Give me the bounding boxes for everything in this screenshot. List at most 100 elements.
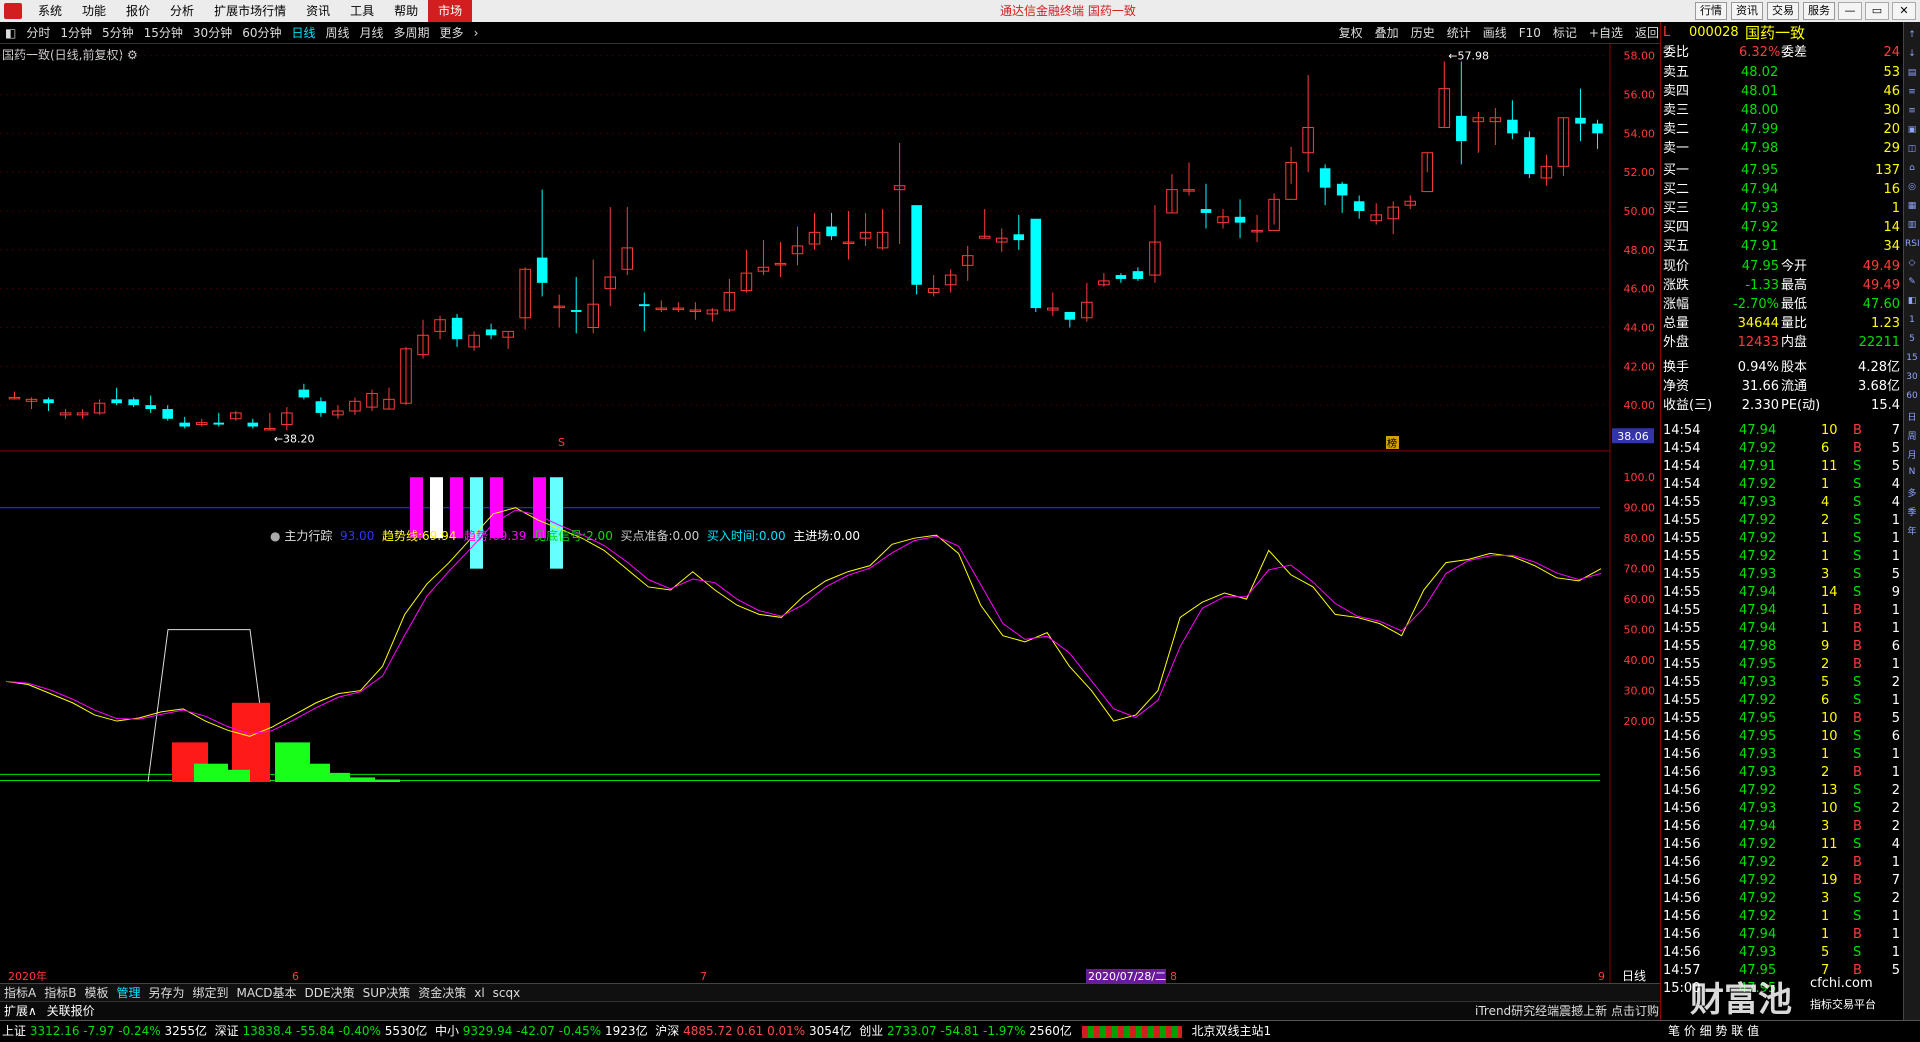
sidebar-tool-icon[interactable]: ≡: [1905, 106, 1919, 116]
period-tab[interactable]: 5分钟: [97, 23, 139, 43]
tool-stats[interactable]: 统计: [1441, 23, 1477, 43]
menu-item-tools[interactable]: 工具: [340, 0, 384, 22]
tick-time: 14:55: [1663, 585, 1701, 600]
sidebar-tool-icon[interactable]: ≡: [1905, 87, 1919, 97]
sidebar-tool-icon[interactable]: 60: [1905, 391, 1919, 401]
menu-item-ext-market[interactable]: 扩展市场行情: [204, 0, 296, 22]
collapse-icon[interactable]: ●: [270, 529, 280, 543]
sidebar-tool-icon[interactable]: 季: [1905, 505, 1919, 518]
idx-sz-label[interactable]: 深证: [215, 1024, 239, 1038]
chevron-right-icon[interactable]: ›: [469, 23, 484, 43]
sidebar-tool-icon[interactable]: ▣: [1905, 125, 1919, 135]
server-name[interactable]: 北京双线主站1: [1192, 1024, 1272, 1038]
top-btn-quote[interactable]: 行情: [1695, 2, 1727, 20]
indicator-tab[interactable]: SUP决策: [359, 984, 415, 1001]
sidebar-tool-icon[interactable]: 5: [1905, 334, 1919, 344]
news-ticker[interactable]: iTrend研究经端震撼上新 点击订购: [1475, 1002, 1659, 1020]
indicator-name[interactable]: 主力行踪: [284, 529, 332, 543]
sidebar-tool-icon[interactable]: ◎: [1905, 182, 1919, 192]
indicator-tab[interactable]: DDE决策: [301, 984, 359, 1001]
tool-draw[interactable]: 画线: [1477, 23, 1513, 43]
indicator-tab[interactable]: 绑定到: [189, 984, 233, 1001]
sidebar-tool-icon[interactable]: ◫: [1905, 144, 1919, 154]
menu-item-news[interactable]: 资讯: [296, 0, 340, 22]
tool-mark[interactable]: 标记: [1547, 23, 1583, 43]
menu-item-system[interactable]: 系统: [28, 0, 72, 22]
stat-val: 3.68亿: [1858, 379, 1900, 394]
minimize-icon[interactable]: —: [1838, 2, 1862, 20]
period-tab[interactable]: 15分钟: [139, 23, 188, 43]
sidebar-tool-icon[interactable]: ◇: [1905, 258, 1919, 268]
tool-add-watchlist[interactable]: +自选: [1583, 23, 1629, 43]
sidebar-tool-icon[interactable]: ⌂: [1905, 163, 1919, 173]
sidebar-tool-icon[interactable]: ↓: [1905, 49, 1919, 59]
menu-item-help[interactable]: 帮助: [384, 0, 428, 22]
sidebar-tool-icon[interactable]: ▦: [1905, 201, 1919, 211]
indicator-tab[interactable]: scqx: [489, 986, 525, 1000]
indicator-tab[interactable]: 资金决策: [414, 984, 470, 1001]
indicator-tab[interactable]: 另存为: [144, 984, 188, 1001]
sidebar-tool-icon[interactable]: 日: [1905, 410, 1919, 423]
sidebar-tool-icon[interactable]: 30: [1905, 372, 1919, 382]
sidebar-tool-icon[interactable]: N: [1905, 467, 1919, 477]
indicator-tab[interactable]: 模板: [80, 984, 112, 1001]
idx-cy-label[interactable]: 创业: [859, 1024, 883, 1038]
menu-item-analysis[interactable]: 分析: [160, 0, 204, 22]
sidebar-tool-icon[interactable]: 1: [1905, 315, 1919, 325]
top-btn-news[interactable]: 资讯: [1731, 2, 1763, 20]
tick-time: 14:56: [1663, 855, 1701, 870]
stat-row: 总量 34644 量比 1.23: [1661, 315, 1904, 333]
green-volume-bar: [228, 769, 250, 782]
indicator-tab[interactable]: xl: [470, 986, 488, 1000]
period-tab[interactable]: 1分钟: [55, 23, 97, 43]
tool-history[interactable]: 历史: [1405, 23, 1441, 43]
expand-toggle[interactable]: 扩展∧: [4, 1004, 37, 1018]
sidebar-tool-icon[interactable]: ▥: [1905, 220, 1919, 230]
tick-count: 1: [1891, 909, 1900, 924]
menu-item-function[interactable]: 功能: [72, 0, 116, 22]
sidebar-tool-icon[interactable]: ◧: [1905, 296, 1919, 306]
sidebar-tool-icon[interactable]: 年: [1905, 524, 1919, 537]
period-tab[interactable]: 月线: [355, 23, 389, 43]
idx-sh-label[interactable]: 上证: [2, 1024, 26, 1038]
indicator-tab[interactable]: 指标B: [40, 984, 80, 1001]
sidebar-toggle-icon[interactable]: ◧: [0, 23, 21, 43]
tool-fuquan[interactable]: 复权: [1333, 23, 1369, 43]
bid-price: 47.92: [1741, 220, 1779, 235]
period-more[interactable]: 更多: [435, 23, 469, 43]
menu-item-quote[interactable]: 报价: [116, 0, 160, 22]
ask-row: 卖三 48.00 30: [1661, 102, 1904, 120]
linked-quote-link[interactable]: 关联报价: [47, 1004, 95, 1018]
period-tab[interactable]: 分时: [21, 23, 55, 43]
sidebar-tool-icon[interactable]: 周: [1905, 429, 1919, 442]
indicator-tab[interactable]: 指标A: [0, 984, 40, 1001]
idx-zx-label[interactable]: 中小: [435, 1024, 459, 1038]
period-tab[interactable]: 30分钟: [188, 23, 237, 43]
sidebar-tool-icon[interactable]: 月: [1905, 448, 1919, 461]
period-tab[interactable]: 周线: [321, 23, 355, 43]
ask-price: 47.98: [1741, 141, 1779, 156]
sidebar-tool-icon[interactable]: RSI: [1905, 239, 1920, 249]
menu-item-market[interactable]: 市场: [428, 0, 473, 22]
sidebar-tool-icon[interactable]: ✎: [1905, 277, 1919, 287]
bang-marker: 榜: [1387, 437, 1397, 450]
top-btn-service[interactable]: 服务: [1803, 2, 1835, 20]
ask-price: 47.99: [1741, 122, 1779, 137]
tool-f10[interactable]: F10: [1513, 23, 1547, 43]
status-right-tabs[interactable]: 笔 价 细 势 联 值: [1668, 1021, 1759, 1041]
sidebar-tool-icon[interactable]: 15: [1905, 353, 1919, 363]
sidebar-tool-icon[interactable]: 多: [1905, 486, 1919, 499]
top-btn-trade[interactable]: 交易: [1767, 2, 1799, 20]
period-tab[interactable]: 60分钟: [237, 23, 286, 43]
restore-icon[interactable]: ▭: [1865, 2, 1889, 20]
sidebar-tool-icon[interactable]: ▤: [1905, 68, 1919, 78]
idx-hs-label[interactable]: 沪深: [655, 1024, 679, 1038]
kline-chart[interactable]: ←57.98 ←38.20 58.00 56.00 54.00 52.00 50.00 48…: [0, 44, 1660, 1006]
tool-overlay[interactable]: 叠加: [1369, 23, 1405, 43]
period-tab[interactable]: 多周期: [389, 23, 435, 43]
indicator-tab[interactable]: 管理: [112, 984, 144, 1001]
sidebar-tool-icon[interactable]: ↑: [1905, 30, 1919, 40]
close-icon[interactable]: ✕: [1892, 2, 1916, 20]
indicator-tab[interactable]: MACD基本: [233, 984, 301, 1001]
period-tab-selected[interactable]: 日线: [286, 23, 320, 43]
